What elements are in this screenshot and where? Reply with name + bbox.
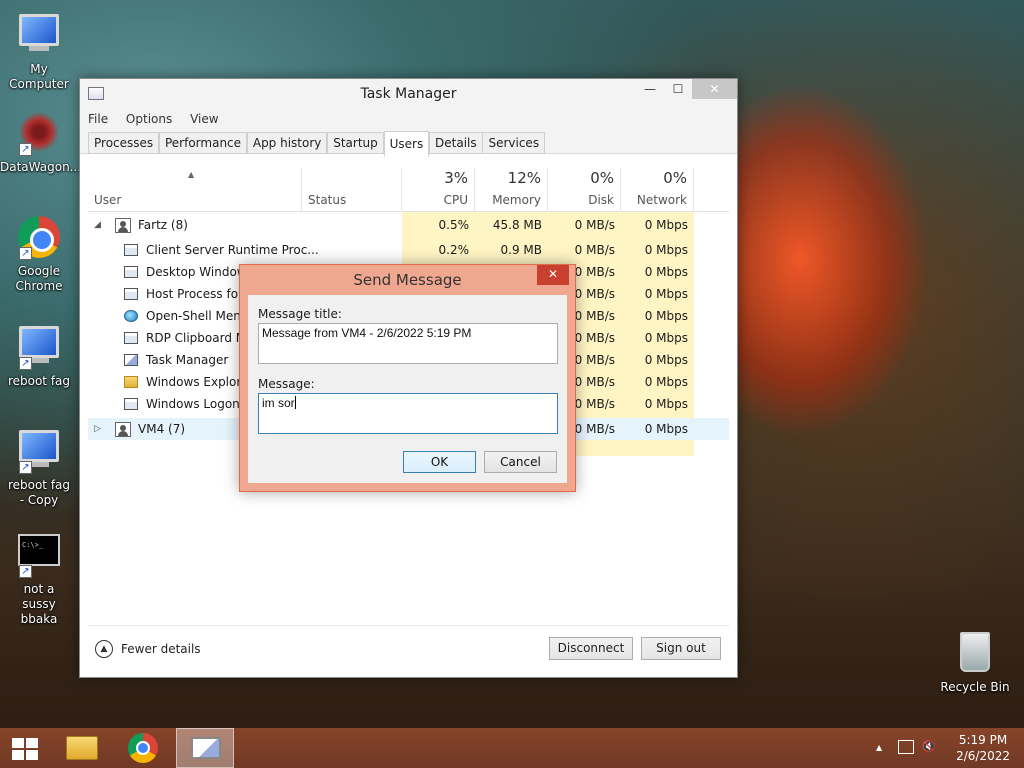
- menu-options[interactable]: Options: [126, 109, 172, 129]
- user-row-fartz[interactable]: ◢ Fartz (8) 0.5% 45.8 MB 0 MB/s 0 Mbps: [88, 214, 729, 236]
- dialog-close-button[interactable]: ✕: [537, 265, 569, 285]
- chart-icon: [124, 354, 138, 366]
- desktop-icon-not-a-sussy-bbaka[interactable]: C:\>_ ↗ not a sussy bbaka: [0, 528, 78, 627]
- dialog-body: Message title: Message from VM4 - 2/6/20…: [248, 295, 567, 483]
- window-icon: [124, 266, 138, 278]
- network-icon[interactable]: [898, 740, 914, 754]
- title-bar[interactable]: Task Manager — ☐ ✕: [80, 79, 737, 109]
- cancel-button[interactable]: Cancel: [484, 451, 557, 473]
- clock-date: 2/6/2022: [956, 749, 1010, 763]
- desktop-icon-label: My Computer: [9, 62, 69, 91]
- computer-icon: ↗: [17, 326, 61, 370]
- datawagon-icon: ↗: [17, 112, 61, 156]
- text-caret: [294, 396, 296, 409]
- window-icon: [124, 332, 138, 344]
- column-disk[interactable]: 0% Disk: [548, 168, 621, 212]
- task-manager-icon: [191, 737, 221, 759]
- tab-processes[interactable]: Processes: [88, 132, 160, 154]
- desktop-icon-my-computer[interactable]: My Computer: [0, 8, 78, 92]
- dialog-title: Send Message: [353, 271, 462, 289]
- disconnect-button[interactable]: Disconnect: [549, 637, 633, 660]
- tab-app-history[interactable]: App history: [246, 132, 328, 154]
- message-label: Message:: [258, 377, 315, 391]
- minimize-button[interactable]: —: [636, 79, 664, 99]
- show-hidden-icons-button[interactable]: ▲: [876, 743, 882, 752]
- desktop-icon-reboot-fag[interactable]: ↗ reboot fag: [0, 320, 78, 389]
- column-memory[interactable]: 12% Memory: [475, 168, 548, 212]
- computer-icon: ↗: [17, 430, 61, 474]
- message-title-field[interactable]: Message from VM4 - 2/6/2022 5:19 PM: [258, 323, 558, 364]
- desktop-icon-label: reboot fag: [7, 374, 71, 388]
- user-icon: [115, 422, 131, 437]
- desktop-icon-label: Google Chrome: [15, 264, 63, 293]
- send-message-dialog: Send Message ✕ Message title: Message fr…: [239, 264, 576, 492]
- desktop-icon-recycle-bin[interactable]: Recycle Bin: [936, 632, 1014, 695]
- clock[interactable]: 5:19 PM 2/6/2022: [956, 732, 1010, 764]
- menu-bar: File Options View: [80, 109, 737, 129]
- desktop-icon-reboot-fag-copy[interactable]: ↗ reboot fag - Copy: [0, 424, 78, 508]
- menu-view[interactable]: View: [190, 109, 218, 129]
- tab-bar: Processes Performance App history Startu…: [80, 129, 737, 157]
- start-button[interactable]: [0, 728, 50, 768]
- taskbar-task-manager[interactable]: [176, 728, 234, 768]
- command-prompt-icon: C:\>_ ↗: [17, 534, 61, 578]
- column-cpu[interactable]: 3% CPU: [402, 168, 475, 212]
- folder-icon: [124, 376, 138, 388]
- volume-muted-icon[interactable]: 🔇: [922, 740, 936, 753]
- globe-icon: [124, 310, 138, 322]
- chrome-icon: [128, 733, 158, 763]
- sort-arrow-icon: ▲: [188, 170, 195, 179]
- taskbar-chrome[interactable]: [114, 728, 172, 768]
- clock-time: 5:19 PM: [958, 733, 1008, 747]
- column-user[interactable]: ▲ User: [88, 168, 302, 212]
- close-button[interactable]: ✕: [692, 79, 737, 99]
- footer: ▲ Fewer details Disconnect Sign out: [88, 625, 729, 669]
- window-icon: [124, 244, 138, 256]
- tab-startup[interactable]: Startup: [327, 132, 384, 154]
- column-status[interactable]: Status: [302, 168, 402, 212]
- message-text: im sor: [262, 396, 295, 410]
- ok-button[interactable]: OK: [403, 451, 476, 473]
- sign-out-button[interactable]: Sign out: [641, 637, 721, 660]
- maximize-button[interactable]: ☐: [664, 79, 692, 99]
- chrome-icon: ↗: [17, 216, 61, 260]
- tab-details[interactable]: Details: [429, 132, 483, 154]
- desktop-icon-label: not a sussy bbaka: [20, 582, 58, 626]
- desktop-icon-google-chrome[interactable]: ↗ Google Chrome: [0, 216, 78, 294]
- window-icon: [124, 398, 138, 410]
- windows-logo-icon: [12, 738, 38, 760]
- fewer-details-link[interactable]: Fewer details: [121, 642, 201, 656]
- desktop-icon-datawagon[interactable]: ↗ DataWagon...: [0, 112, 82, 175]
- desktop-icon-label: DataWagon...: [0, 160, 82, 174]
- message-title-label: Message title:: [258, 307, 342, 321]
- column-header-row: ▲ User Status 3% CPU 12% Memory 0% Disk …: [88, 168, 729, 212]
- tab-users[interactable]: Users: [383, 131, 430, 157]
- process-row[interactable]: Client Server Runtime Proc... 0.2% 0.9 M…: [88, 239, 729, 261]
- chevron-up-icon[interactable]: ▲: [95, 640, 113, 658]
- column-network[interactable]: 0% Network: [621, 168, 694, 212]
- taskbar-file-explorer[interactable]: [52, 728, 110, 768]
- expand-arrow-icon[interactable]: ▷: [94, 418, 101, 440]
- window-icon: [124, 288, 138, 300]
- folder-icon: [66, 736, 98, 760]
- message-field[interactable]: im sor: [258, 393, 558, 434]
- menu-file[interactable]: File: [88, 109, 108, 129]
- user-icon: [115, 218, 131, 233]
- tab-services[interactable]: Services: [482, 132, 546, 154]
- recycle-bin-icon: [953, 632, 997, 676]
- taskbar: ▲ 🔇 5:19 PM 2/6/2022: [0, 728, 1024, 768]
- collapse-arrow-icon[interactable]: ◢: [94, 214, 101, 236]
- desktop-icon-label: reboot fag - Copy: [7, 478, 71, 507]
- desktop-icon-label: Recycle Bin: [940, 680, 1010, 694]
- tab-performance[interactable]: Performance: [158, 132, 248, 154]
- computer-icon: [17, 14, 61, 58]
